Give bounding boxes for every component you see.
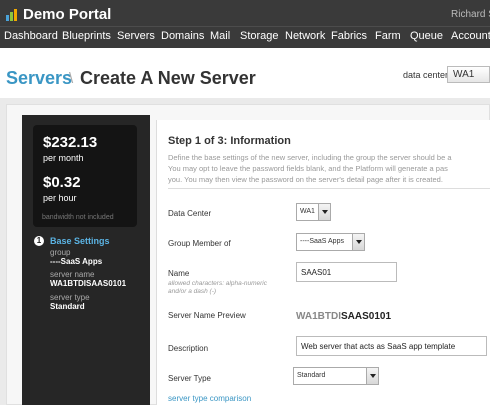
group-member-label: Group Member of: [168, 239, 231, 248]
breadcrumb-servers-link[interactable]: Servers: [6, 68, 72, 89]
name-hint-line1: allowed characters: alpha-numeric: [168, 280, 267, 287]
chevron-down-icon: [366, 368, 378, 384]
nav-mail[interactable]: Mail: [210, 30, 230, 42]
nav-account[interactable]: Account: [451, 30, 490, 42]
nav-farm[interactable]: Farm: [375, 30, 401, 42]
step-title[interactable]: Base Settings: [50, 236, 110, 246]
chevron-down-icon: [318, 204, 330, 220]
hourly-price: $0.32: [43, 174, 81, 191]
portal-logo-icon: [6, 9, 18, 21]
page-title: Create A New Server: [80, 68, 256, 88]
top-header: Demo Portal Richard Se Dashboard Bluepri…: [0, 0, 490, 48]
monthly-unit: per month: [43, 153, 84, 163]
data-center-dropdown[interactable]: WA1: [447, 66, 490, 83]
form-panel: Step 1 of 3: Information Define the base…: [156, 120, 490, 405]
description-label: Description: [168, 344, 209, 353]
step-number-badge: 1: [34, 236, 44, 246]
chevron-down-icon: [352, 234, 364, 250]
main-nav: Dashboard Blueprints Servers Domains Mai…: [0, 26, 490, 48]
sidebar-server-name-label: server name: [50, 270, 95, 279]
user-name[interactable]: Richard Se: [451, 9, 490, 20]
nav-blueprints[interactable]: Blueprints: [62, 30, 111, 42]
sidebar-server-type-label: server type: [50, 293, 90, 302]
form-description: Define the base settings of the new serv…: [168, 152, 490, 185]
sidebar-group-value: ----SaaS Apps: [50, 257, 103, 266]
group-member-select[interactable]: ----SaaS Apps: [296, 233, 365, 251]
app-title[interactable]: Demo Portal: [23, 6, 111, 23]
description-input[interactable]: Web server that acts as SaaS app templat…: [296, 336, 487, 356]
nav-storage[interactable]: Storage: [240, 30, 279, 42]
server-type-label: Server Type: [168, 374, 211, 383]
nav-domains[interactable]: Domains: [161, 30, 204, 42]
server-name-preview-label: Server Name Preview: [168, 311, 246, 320]
description-line: you. You may then view the password on t…: [168, 175, 443, 184]
divider: [168, 188, 490, 189]
name-hint-line2: and/or a dash (-): [168, 288, 217, 295]
preview-suffix: SAAS0101: [341, 311, 392, 322]
nav-servers[interactable]: Servers: [117, 30, 155, 42]
data-center-field-label: Data Center: [168, 209, 212, 218]
data-center-label: data center:: [403, 70, 451, 80]
server-type-comparison-link[interactable]: server type comparison: [168, 394, 251, 403]
server-type-select-value: Standard: [297, 372, 326, 379]
nav-fabrics[interactable]: Fabrics: [331, 30, 367, 42]
description-line: Define the base settings of the new serv…: [168, 153, 452, 162]
nav-network[interactable]: Network: [285, 30, 325, 42]
monthly-price: $232.13: [43, 134, 98, 151]
server-name-preview: WA1BTDISAAS0101: [296, 311, 391, 322]
page-title-area: Servers \ Create A New Server data cente…: [0, 48, 490, 98]
sidebar-server-type-value: Standard: [50, 302, 85, 311]
name-input[interactable]: SAAS01: [296, 262, 397, 282]
price-box: $232.13 per month $0.32 per hour: [33, 125, 137, 227]
data-center-select[interactable]: WA1: [296, 203, 331, 221]
step-header: Step 1 of 3: Information: [168, 135, 291, 147]
hourly-unit: per hour: [43, 193, 77, 203]
sidebar-group-label: group: [50, 248, 71, 257]
nav-dashboard[interactable]: Dashboard: [4, 30, 58, 42]
group-member-select-value: ----SaaS Apps: [300, 238, 344, 245]
server-type-select[interactable]: Standard: [293, 367, 379, 385]
breadcrumb-separator: \: [69, 70, 74, 87]
nav-queue[interactable]: Queue: [410, 30, 443, 42]
bandwidth-note: bandwidth not included: [42, 214, 114, 221]
data-center-select-value: WA1: [300, 208, 315, 215]
description-line: You may opt to leave the password fields…: [168, 164, 448, 173]
name-label: Name: [168, 269, 190, 278]
sidebar-server-name-value: WA1BTDISAAS0101: [50, 279, 127, 288]
preview-prefix: WA1BTDI: [296, 311, 341, 322]
